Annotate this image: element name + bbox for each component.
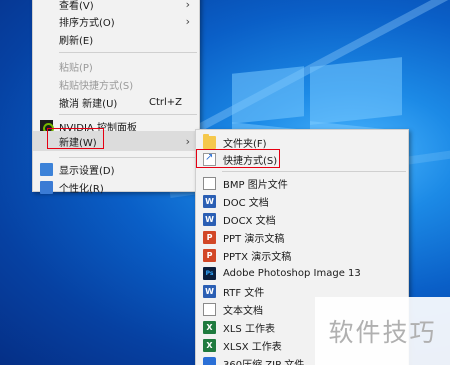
- submenu-item-docx[interactable]: W DOCX 文档: [196, 210, 408, 229]
- ppt-icon: P: [203, 231, 216, 244]
- menu-item-label: RTF 文件: [223, 288, 265, 299]
- menu-item-label: XLSX 工作表: [223, 342, 282, 353]
- menu-separator: [59, 52, 197, 53]
- menu-item-personalize[interactable]: 个性化(R): [33, 178, 199, 197]
- bmp-file-icon: [203, 177, 216, 190]
- rtf-file-icon: W: [203, 285, 216, 298]
- menu-separator: [59, 157, 197, 158]
- menu-item-label: 360压缩 ZIP 文件: [223, 356, 304, 365]
- submenu-item-ppt[interactable]: P PPT 演示文稿: [196, 228, 408, 247]
- menu-item-label: 查看(V): [59, 1, 94, 12]
- menu-item-sort-by[interactable]: 排序方式(O) ›: [33, 12, 199, 31]
- personalize-icon: [40, 181, 53, 194]
- chevron-right-icon: ›: [185, 15, 190, 28]
- word-docx-icon: W: [203, 213, 216, 226]
- submenu-item-doc[interactable]: W DOC 文档: [196, 192, 408, 211]
- menu-item-refresh[interactable]: 刷新(E): [33, 30, 199, 49]
- highlight-box-shortcut: [196, 149, 280, 168]
- menu-item-label: 个性化(R): [59, 184, 104, 195]
- submenu-item-pptx[interactable]: P PPTX 演示文稿: [196, 246, 408, 265]
- xls-icon: X: [203, 321, 216, 334]
- watermark-text: 软件技巧: [315, 297, 450, 365]
- menu-item-display-settings[interactable]: 显示设置(D): [33, 160, 199, 179]
- submenu-item-photoshop[interactable]: Ps Adobe Photoshop Image 13: [196, 264, 408, 283]
- windows-logo-pane: [232, 66, 304, 124]
- menu-item-label: Adobe Photoshop Image 13: [223, 268, 361, 279]
- photoshop-icon: Ps: [203, 267, 216, 280]
- menu-item-label: 刷新(E): [59, 36, 94, 47]
- menu-item-label: 撤消 新建(U): [59, 99, 118, 110]
- menu-separator: [59, 114, 197, 115]
- text-document-icon: [203, 303, 216, 316]
- folder-icon: [203, 134, 216, 149]
- menu-item-label: 粘贴(P): [59, 63, 93, 74]
- menu-item-paste[interactable]: 粘贴(P): [33, 57, 199, 76]
- menu-item-paste-shortcut[interactable]: 粘贴快捷方式(S): [33, 75, 199, 94]
- word-doc-icon: W: [203, 195, 216, 208]
- menu-item-label: XLS 工作表: [223, 324, 275, 335]
- display-settings-icon: [40, 163, 53, 176]
- chevron-right-icon: ›: [185, 0, 190, 11]
- menu-item-label: DOCX 文档: [223, 216, 276, 227]
- submenu-item-bmp[interactable]: BMP 图片文件: [196, 174, 408, 193]
- menu-item-label: 文件夹(F): [223, 139, 267, 150]
- menu-item-label: 粘贴快捷方式(S): [59, 81, 134, 92]
- chevron-right-icon: ›: [185, 134, 190, 148]
- menu-item-undo-new[interactable]: 撤消 新建(U) Ctrl+Z: [33, 93, 199, 112]
- xlsx-icon: X: [203, 339, 216, 352]
- menu-item-label: BMP 图片文件: [223, 180, 288, 191]
- pptx-icon: P: [203, 249, 216, 262]
- highlight-box-new: [47, 128, 104, 149]
- desktop-context-menu: 查看(V) › 排序方式(O) › 刷新(E) 粘贴(P) 粘贴快捷方式(S) …: [32, 0, 200, 195]
- menu-item-label: DOC 文档: [223, 198, 269, 209]
- menu-item-label: PPTX 演示文稿: [223, 252, 292, 263]
- menu-item-label: 显示设置(D): [59, 166, 115, 177]
- windows-logo-pane: [310, 57, 402, 125]
- menu-separator: [222, 171, 406, 172]
- menu-item-label: 文本文档: [223, 306, 263, 317]
- zip-icon: [203, 357, 216, 365]
- shortcut-key-label: Ctrl+Z: [148, 97, 182, 108]
- menu-item-label: PPT 演示文稿: [223, 234, 285, 245]
- menu-item-label: 排序方式(O): [59, 18, 115, 29]
